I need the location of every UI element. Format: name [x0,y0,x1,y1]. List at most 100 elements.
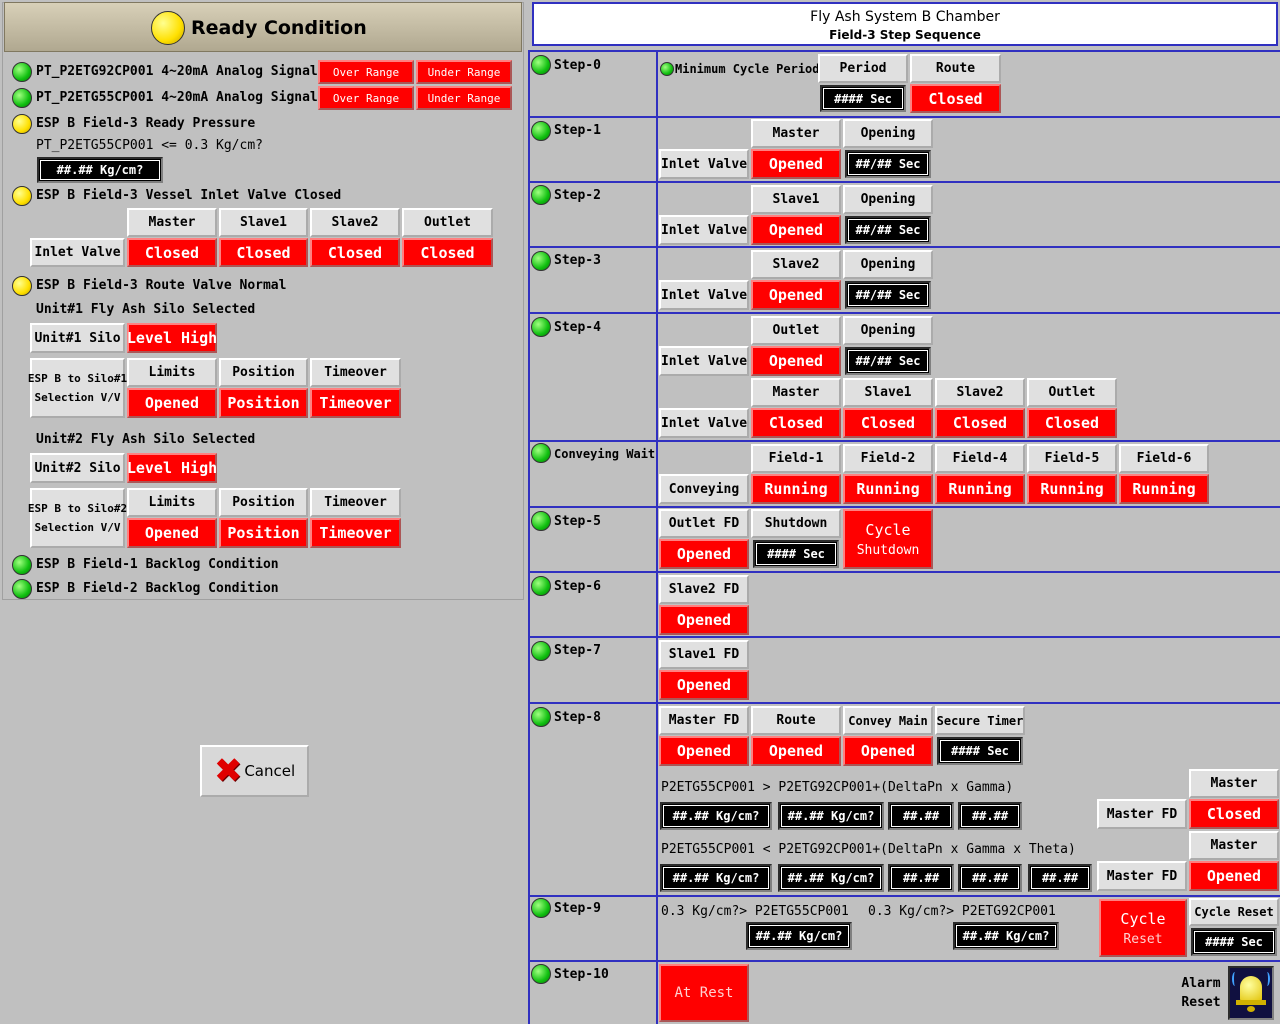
step9-p55-value: ##.## Kg/cm? [746,922,852,950]
row-divider-8 [528,636,1280,638]
step4-label: Step-4 [554,320,601,335]
formula2-p92-value: ##.## Kg/cm? [778,864,884,892]
silo1-timeover-header: Timeover [310,358,401,387]
step3-slave2-opened: Opened [751,280,841,310]
formula2-p55-value: ##.## Kg/cm? [660,864,772,892]
row-divider-7 [528,571,1280,573]
row-divider-5 [528,440,1280,442]
silo2-limits-header: Limits [127,488,217,517]
unit2-level-high: Level High [127,453,217,483]
grid-left-border [528,50,530,1024]
field2-running: Running [843,474,933,504]
step0-label: Step-0 [554,58,601,73]
field6-running: Running [1119,474,1209,504]
step9-status-icon [531,898,551,918]
step4-outlet-header: Outlet [751,316,841,345]
cycle-reset-button[interactable]: Cycle Reset [1099,899,1187,957]
cycle-shutdown: Cycle Shutdown [843,509,933,569]
sequence-title: Fly Ash System B Chamber [810,9,1000,25]
silo2-timeover-header: Timeover [310,488,401,517]
step9-label: Step-9 [554,901,601,916]
step4-master-closed: Closed [751,408,841,438]
pressure-condition: PT_P2ETG55CP001 <= 0.3 Kg/cm? [36,138,263,153]
field4-running: Running [935,474,1025,504]
pt2-under-range: Under Range [416,86,512,110]
min-cycle-status-icon [660,62,674,76]
step8-route-header: Route [751,706,841,735]
step8-status-icon [531,707,551,727]
step1-label: Step-1 [554,123,601,138]
field6-header: Field-6 [1119,444,1209,473]
step4-outlet-opened: Opened [751,346,841,376]
ready-status-icon [151,11,185,45]
formula1-master-fd: Master FD [1097,799,1187,829]
row-divider-2 [528,181,1280,183]
slave2-fd-header: Slave2 FD [659,575,749,604]
cancel-button[interactable]: ✖ Cancel [200,745,309,797]
step3-label: Step-3 [554,253,601,268]
shutdown-value: #### Sec [753,540,839,568]
col-slave1: Slave1 [219,208,308,237]
step3-slave2-header: Slave2 [751,250,841,279]
step4-outlet2-header: Outlet [1027,378,1117,407]
step8-label: Step-8 [554,710,601,725]
formula2-theta-value: ##.## [1028,864,1092,892]
alarm-reset-button[interactable]: Alarm Reset [1176,964,1278,1022]
step9-p92-value: ##.## Kg/cm? [953,922,1059,950]
step4-inlet-valve-2: Inlet Valve [659,408,749,438]
cycle-reset-line2: Reset [1123,931,1163,947]
formula1-deltapn-value: ##.## [888,802,954,830]
alarm-reset-line1: Alarm [1181,976,1221,991]
silo2-selection-line1: ESP B to Silo#2 [27,502,128,515]
grid-column-divider [656,50,658,1024]
formula2-master-fd: Master FD [1097,861,1187,891]
step4-slave2-closed: Closed [935,408,1025,438]
col-outlet: Outlet [402,208,493,237]
field5-running: Running [1027,474,1117,504]
sequence-subtitle: Field-3 Step Sequence [829,28,981,42]
row-divider-0 [528,50,1280,52]
outlet-fd-opened: Opened [659,539,749,569]
silo1-selection-valve: ESP B to Silo#1 Selection V/V [28,358,127,418]
silo1-limits-opened: Opened [127,388,217,418]
step2-status-icon [531,185,551,205]
slave2-fd-opened: Opened [659,605,749,635]
row-divider-10 [528,895,1280,897]
period-header: Period [818,54,908,83]
backlog2-status-icon [12,579,32,599]
step8-route-opened: Opened [751,736,841,766]
silo2-timeover-status: Timeover [310,518,401,548]
unit2-silo-label: Unit#2 Silo [30,453,125,483]
step2-slave1-opened: Opened [751,215,841,245]
formula2-master-opened: Opened [1189,861,1279,891]
slave1-fd-header: Slave1 FD [659,640,749,669]
min-cycle-label: Minimum Cycle Period [675,62,820,76]
silo2-position-status: Position [219,518,308,548]
step8-master-fd-opened: Opened [659,736,749,766]
cycle-reset-value: #### Sec [1191,928,1277,956]
ready-condition-title: Ready Condition [191,17,367,39]
step1-opening-value: ##/## Sec [845,150,931,178]
formula-2: P2ETG55CP001 < P2ETG92CP001+(DeltaPn x G… [661,842,1076,857]
cycle-reset-header: Cycle Reset [1189,898,1279,926]
pt2-over-range: Over Range [318,86,414,110]
step1-status-icon [531,121,551,141]
silo1-timeover-status: Timeover [310,388,401,418]
step4-slave1-header: Slave1 [843,378,933,407]
row-divider-3 [528,246,1280,248]
pressure-value: ##.## Kg/cm? [37,157,163,183]
alarm-reset-text: Alarm Reset [1176,976,1226,1010]
step2-label: Step-2 [554,188,601,203]
row-divider-1 [528,116,1280,118]
backlog1-status-icon [12,555,32,575]
field5-header: Field-5 [1027,444,1117,473]
outlet-closed: Closed [402,238,493,267]
col-slave2: Slave2 [310,208,400,237]
step4-slave2-header: Slave2 [935,378,1025,407]
slave2-closed: Closed [310,238,400,267]
route-header: Route [910,54,1001,83]
outlet-fd-header: Outlet FD [659,509,749,538]
formula1-master-closed: Closed [1189,799,1279,829]
step8-master-fd-header: Master FD [659,706,749,735]
backlog1-label: ESP B Field-1 Backlog Condition [36,557,279,572]
